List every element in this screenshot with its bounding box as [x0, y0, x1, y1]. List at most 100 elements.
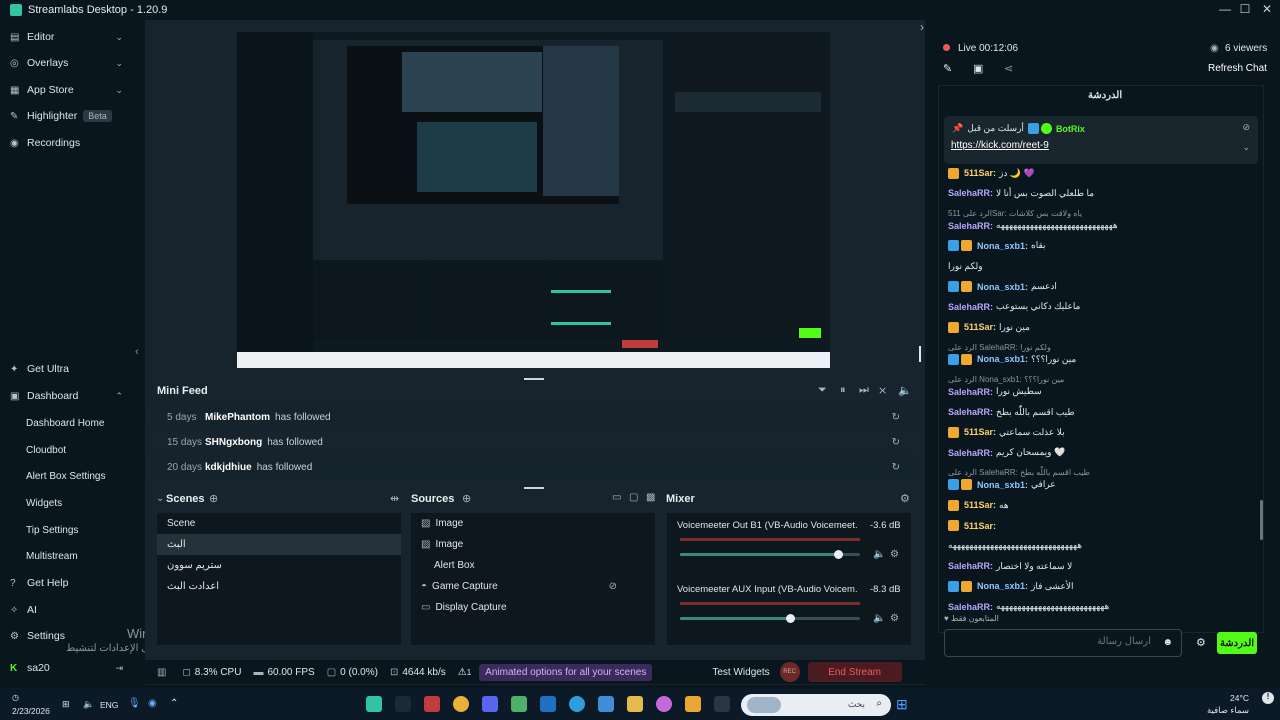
filter-icon[interactable]: ⏷	[818, 384, 827, 397]
folder-icon[interactable]: ▩	[646, 492, 655, 503]
volume-slider-knob[interactable]	[834, 550, 843, 559]
taskbar-search[interactable]: بحث ⌕	[741, 694, 891, 716]
mixer-settings-icon[interactable]: ⚙	[900, 492, 910, 505]
taskbar-extra-icon[interactable]: ⊞	[62, 699, 70, 710]
speaker-icon[interactable]: 🔈	[873, 613, 885, 624]
refresh-chat-button[interactable]: Refresh Chat	[1208, 63, 1267, 74]
scene-item[interactable]: Scene	[157, 513, 401, 534]
streamlabs-taskbar-icon[interactable]	[366, 696, 382, 712]
performance-icon[interactable]: ▥	[157, 667, 166, 678]
minimize-button[interactable]: —	[1216, 2, 1234, 18]
repeat-alert-icon[interactable]: ↻	[892, 412, 900, 423]
sidebar-item-app-store[interactable]: ▦ App Store ⌄	[0, 77, 135, 103]
outlook-icon[interactable]	[540, 696, 556, 712]
discord-icon[interactable]	[482, 696, 498, 712]
collapse-sidebar-icon[interactable]: ‹	[135, 346, 139, 358]
source-item[interactable]: Alert Box	[411, 555, 655, 576]
tray-chevron-up-icon[interactable]: ⌃	[170, 698, 178, 709]
pause-icon[interactable]: ⏸	[840, 384, 846, 397]
chat-input[interactable]	[951, 636, 1151, 647]
emoji-icon[interactable]: ☻	[1162, 637, 1173, 648]
add-source-icon[interactable]: ⊕	[462, 492, 471, 505]
collapse-scenes-icon[interactable]: ⌄	[156, 493, 164, 504]
end-stream-button[interactable]: End Stream	[807, 662, 902, 682]
edit-stream-icon[interactable]: ✎	[943, 62, 952, 75]
chat-settings-icon[interactable]: ⚙	[1196, 636, 1206, 649]
ms-store-icon[interactable]	[598, 696, 614, 712]
logout-icon[interactable]: ⇥	[115, 663, 123, 674]
scene-transitions-icon[interactable]: ⇹	[390, 492, 399, 505]
repeat-alert-icon[interactable]: ↻	[892, 437, 900, 448]
volume-icon[interactable]: 🔈	[898, 384, 912, 397]
source-item[interactable]: ▨ Image	[411, 513, 655, 534]
scene-item[interactable]: ستريم سوون	[157, 555, 401, 576]
sidebar-item-get-help[interactable]: ? Get Help	[0, 570, 135, 596]
preview-resize-handle[interactable]	[919, 346, 921, 362]
input-language[interactable]: ENG	[100, 700, 118, 710]
weather-temp[interactable]: 24°C	[1230, 693, 1249, 703]
skip-icon[interactable]: ⏭	[859, 384, 869, 397]
chevron-down-icon[interactable]: ⌄	[1242, 142, 1250, 153]
pinned-message[interactable]: 📌 أرسلت من قبل BotRix https://kick.com/r…	[944, 116, 1258, 164]
sidebar-sub-dashboard-home[interactable]: Dashboard Home	[26, 410, 136, 436]
repeat-alert-icon[interactable]: ↻	[892, 462, 900, 473]
camera-tray-icon[interactable]: ◉	[148, 698, 157, 709]
channel-settings-icon[interactable]: ⚙	[890, 613, 899, 624]
chat-scrollbar[interactable]	[1260, 500, 1263, 540]
source-item[interactable]: ▭ Display Capture	[411, 597, 655, 618]
taskbar-date[interactable]: 2/23/2026	[12, 706, 50, 716]
sidebar-sub-alert-box-settings[interactable]: Alert Box Settings	[26, 463, 136, 489]
source-item[interactable]: ◓ Game Capture ⊘	[411, 576, 655, 597]
panel-drag-handle[interactable]	[524, 487, 544, 489]
promo-banner[interactable]: Animated options for all your scenes	[479, 663, 653, 681]
sidebar-item-get-ultra[interactable]: ✦ Get Ultra	[0, 356, 135, 382]
source-item[interactable]: ▨ Image	[411, 534, 655, 555]
sidebar-sub-cloudbot[interactable]: Cloudbot	[26, 437, 136, 463]
channel-settings-icon[interactable]: ⚙	[890, 549, 899, 560]
chat-input-field[interactable]: ☻	[944, 629, 1182, 657]
add-scene-icon[interactable]: ⊕	[209, 492, 218, 505]
windows-start-icon[interactable]: ⊞	[896, 696, 908, 713]
microphone-icon[interactable]: 🎙	[128, 698, 141, 709]
volume-slider-track[interactable]	[680, 617, 860, 620]
camera-icon[interactable]: ▣	[973, 62, 983, 75]
unpin-icon[interactable]: ⊘	[1242, 122, 1250, 133]
mute-alerts-icon[interactable]: ⨯	[878, 384, 887, 397]
file-explorer-icon[interactable]	[627, 696, 643, 712]
sidebar-item-ai[interactable]: ✧ AI	[0, 597, 135, 623]
app-store-taskbar-icon[interactable]	[511, 696, 527, 712]
volume-slider-knob[interactable]	[786, 614, 795, 623]
sidebar-user[interactable]: Ksa20 ⇥	[0, 655, 135, 681]
sidebar-item-dashboard[interactable]: ▣ Dashboard ⌃	[0, 383, 135, 409]
close-button[interactable]: ✕	[1258, 2, 1276, 18]
app-red-icon[interactable]	[424, 696, 440, 712]
share-icon[interactable]: ⋖	[1004, 62, 1013, 75]
sidebar-sub-multistream[interactable]: Multistream	[26, 543, 136, 569]
record-button[interactable]: REC	[779, 662, 800, 682]
steam-icon[interactable]	[395, 696, 411, 712]
pinned-link[interactable]: https://kick.com/reet-9	[951, 140, 1049, 151]
sidebar-sub-widgets[interactable]: Widgets	[26, 490, 136, 516]
scene-item-selected[interactable]: البث	[157, 534, 401, 555]
scene-item[interactable]: اعدادت البث	[157, 576, 401, 597]
chrome-icon[interactable]	[453, 696, 469, 712]
collapse-chat-icon[interactable]: ›	[920, 20, 924, 34]
app-dark-icon[interactable]	[714, 696, 730, 712]
sidebar-item-editor[interactable]: ▤ Editor ⌄	[0, 24, 135, 50]
copilot-icon[interactable]	[656, 696, 672, 712]
add-folder-icon[interactable]: ▢	[629, 492, 638, 503]
send-chat-button[interactable]: الدردشة	[1217, 632, 1257, 654]
sidebar-item-recordings[interactable]: ◉ Recordings	[0, 130, 135, 156]
alert-icon[interactable]: ⚠	[458, 667, 467, 678]
sidebar-item-highlighter[interactable]: ✎ Highlighter Beta	[0, 103, 135, 129]
test-widgets-button[interactable]: Test Widgets	[712, 667, 769, 678]
sidebar-item-overlays[interactable]: ◎ Overlays ⌄	[0, 50, 135, 76]
edge-icon[interactable]	[569, 696, 585, 712]
sidebar-sub-tip-settings[interactable]: Tip Settings	[26, 517, 136, 543]
speaker-volume-icon[interactable]: 🔈	[83, 699, 94, 710]
source-settings-icon[interactable]: ▭	[612, 492, 621, 503]
visibility-off-icon[interactable]: ⊘	[609, 581, 617, 592]
maximize-button[interactable]: ☐	[1236, 2, 1254, 18]
volume-slider-track[interactable]	[680, 553, 860, 556]
speaker-icon[interactable]: 🔈	[873, 549, 885, 560]
